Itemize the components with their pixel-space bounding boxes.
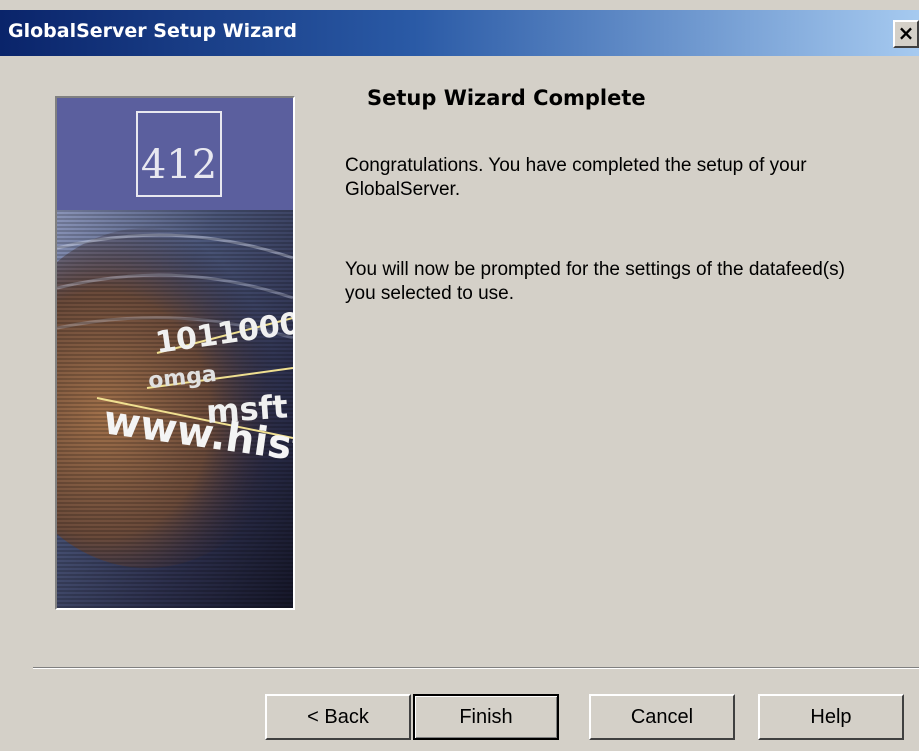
- datafeed-prompt-text: You will now be prompted for the setting…: [345, 259, 845, 304]
- cancel-button[interactable]: Cancel: [589, 694, 735, 740]
- wizard-banner-image: 412 10110001 omga msft www.histor: [55, 96, 295, 610]
- globe-data-graphic: 412 10110001 omga msft www.histor: [57, 98, 293, 608]
- page-title: Setup Wizard Complete: [367, 86, 646, 110]
- congratulations-text: Congratulations. You have completed the …: [345, 155, 807, 200]
- divider: [33, 667, 919, 669]
- finish-button[interactable]: Finish: [413, 694, 559, 740]
- close-button[interactable]: ×: [893, 20, 919, 48]
- logo-text: 412: [141, 142, 217, 188]
- setup-wizard-window: GlobalServer Setup Wizard × 412 10110001…: [0, 0, 919, 751]
- window-title: GlobalServer Setup Wizard: [8, 20, 298, 42]
- close-icon: ×: [897, 21, 915, 45]
- help-button[interactable]: Help: [758, 694, 904, 740]
- back-button[interactable]: < Back: [265, 694, 411, 740]
- title-bar[interactable]: GlobalServer Setup Wizard ×: [0, 10, 919, 56]
